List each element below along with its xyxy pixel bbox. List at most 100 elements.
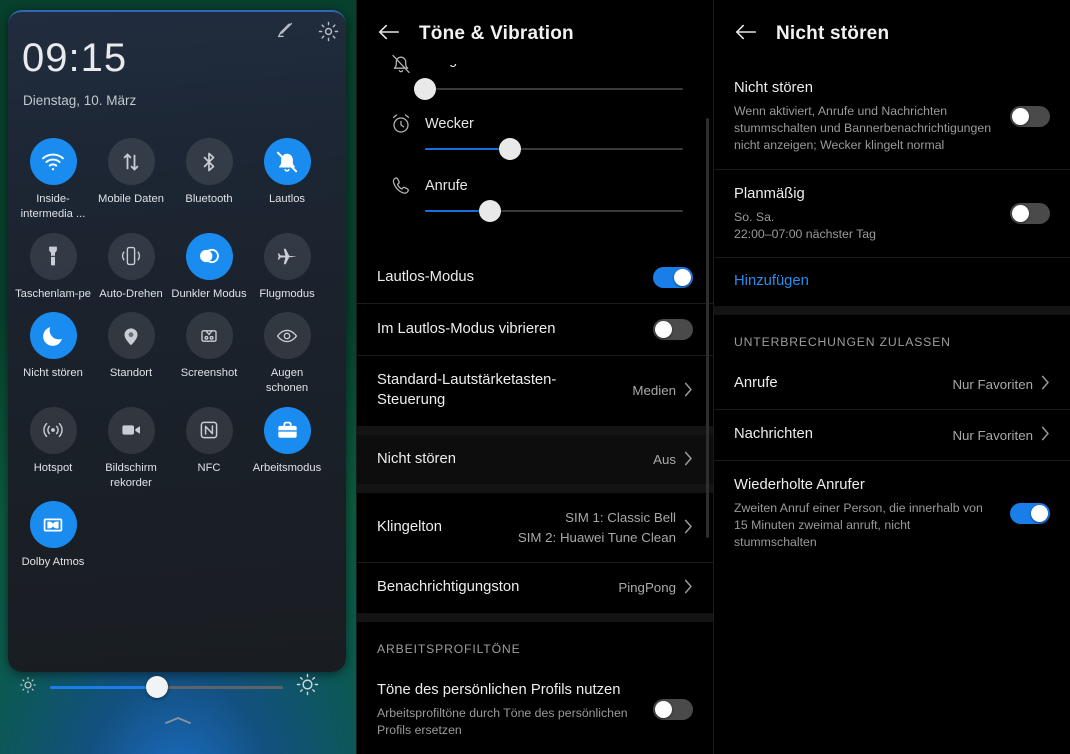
toggle-knob [1012,107,1029,125]
volume-slider-row[interactable]: Klingelton [357,52,691,100]
back-arrow-icon[interactable] [734,22,758,47]
volume-track[interactable] [425,200,683,222]
quick-tile-auto-rotate[interactable]: Auto-Drehen [92,232,170,302]
quick-settings-panel: 09:15 Dienstag, 10. März Inside-intermed… [0,0,356,754]
three-panel-screenshot: 09:15 Dienstag, 10. März Inside-intermed… [0,0,1070,754]
quick-tile-label: Hotspot [33,461,73,474]
settings-row[interactable]: Lautlos-Modus [357,252,713,303]
toggle-switch[interactable] [653,319,693,340]
dolby-icon[interactable] [29,501,77,549]
quick-tile-dark-mode[interactable]: Dunkler Modus [170,232,248,302]
quick-tile-airplane[interactable]: Flugmodus [248,232,326,302]
add-schedule-link[interactable]: Hinzufügen [714,257,1070,306]
settings-row[interactable]: Nicht stören Aus [357,435,713,485]
settings-row-main: Nicht stören Wenn aktiviert, Anrufe und N… [734,79,1010,154]
gear-icon[interactable] [317,20,340,43]
quick-tile-dolby[interactable]: Dolby Atmos [14,501,92,570]
quick-tile-briefcase[interactable]: Arbeitsmodus [248,406,326,491]
nfc-icon[interactable] [185,406,233,454]
settings-row[interactable]: Töne des persönlichen Profils nutzen Arbe… [357,666,713,754]
sound-vibration-panel: Töne & Vibration KlingeltonWeckerAnrufe … [356,0,713,754]
toggle-knob [1012,205,1029,223]
volume-knob[interactable] [478,200,501,222]
settings-row-title: Nachrichten [734,426,813,443]
quick-tile-mobile-data[interactable]: Mobile Daten [92,138,170,222]
quick-tile-bell-off[interactable]: Lautlos [248,138,326,222]
settings-row[interactable]: Standard-Lautstärketasten-Steuerung Medie… [357,355,713,426]
settings-row[interactable]: Im Lautlos-Modus vibrieren [357,303,713,355]
volume-fill [425,148,511,150]
auto-rotate-icon[interactable] [107,232,155,280]
quick-tile-label: Dunkler Modus [171,287,247,300]
toggle-switch[interactable] [653,699,693,721]
brightness-knob[interactable] [146,676,169,698]
quick-tile-screenshot[interactable]: Screenshot [170,312,248,396]
brightness-slider[interactable] [18,672,320,702]
moon-icon[interactable] [29,312,77,360]
quick-tile-hotspot[interactable]: Hotspot [14,406,92,491]
volume-slider-row[interactable]: Anrufe [357,174,691,222]
flashlight-icon[interactable] [29,232,77,280]
volume-knob[interactable] [414,78,436,100]
volume-slider-label: Klingelton [425,64,683,68]
brightness-low-icon [18,675,38,700]
volume-slider-body: Anrufe [425,178,691,222]
settings-row-right: Nur Favoriten [952,426,1050,445]
airplane-icon[interactable] [263,232,311,280]
settings-row[interactable]: Anrufe Nur Favoriten [714,359,1070,409]
dark-mode-icon[interactable] [185,232,233,280]
panel1-top-icons [273,20,340,43]
settings-row[interactable]: Klingelton SIM 1: Classic Bell SIM 2: Huaw… [357,493,713,562]
location-pin-icon[interactable] [107,312,155,360]
quick-tile-flashlight[interactable]: Taschenlam-pe [14,232,92,302]
volume-track[interactable] [414,78,683,100]
quick-tile-screen-record[interactable]: Bildschirm rekorder [92,406,170,491]
volume-track[interactable] [425,138,683,160]
toggle-switch[interactable] [1010,502,1050,524]
volume-knob[interactable] [499,138,522,160]
settings-row-title: Anrufe [734,375,778,392]
panel2-scrollbar[interactable] [706,118,709,538]
quick-tile-bluetooth[interactable]: Bluetooth [170,138,248,222]
panel2-section-header: ARBEITSPROFILTÖNE [377,641,521,656]
quick-tile-label: Nicht stören [23,367,83,380]
quick-tile-label: Bildschirm rekorder [105,461,157,489]
volume-slider-body: Wecker [425,116,691,160]
quick-tile-nfc[interactable]: NFC [170,406,248,491]
brightness-track[interactable] [50,676,283,698]
quick-tile-label: Inside-intermedia ... [20,193,86,220]
settings-row[interactable]: Nachrichten Nur Favoriten [714,409,1070,460]
briefcase-icon[interactable] [263,406,311,454]
quick-tile-moon[interactable]: Nicht stören [14,312,92,396]
toggle-switch[interactable] [1010,203,1050,225]
settings-row[interactable]: Planmäßig So. Sa. 22:00–07:00 nächster Tag [714,168,1070,258]
settings-row-right [653,319,693,340]
eye-icon[interactable] [263,312,311,360]
pencil-icon[interactable] [273,20,295,43]
wifi-icon[interactable] [29,138,77,185]
screenshot-icon[interactable] [185,312,233,360]
screen-record-icon[interactable] [107,406,155,454]
back-arrow-icon[interactable] [377,22,401,47]
hotspot-icon[interactable] [29,406,77,454]
bell-off-icon[interactable] [263,138,311,185]
chevron-right-icon [1041,426,1050,444]
mobile-data-icon[interactable] [107,138,155,185]
bluetooth-icon[interactable] [185,138,233,185]
settings-row[interactable]: Wiederholte Anrufer Zweiten Anruf einer P… [714,460,1070,566]
panel3-group1: Nicht stören Wenn aktiviert, Anrufe und N… [714,64,1070,258]
section-divider [357,612,713,622]
quick-tile-wifi[interactable]: Inside-intermedia ... [14,138,92,222]
quick-tile-label: Mobile Daten [98,193,164,205]
volume-slider-row[interactable]: Wecker [357,112,691,160]
settings-row[interactable]: Nicht stören Wenn aktiviert, Anrufe und N… [714,64,1070,169]
settings-row[interactable]: Benachrichtigungston PingPong [357,561,713,613]
settings-row-right [653,699,693,721]
toggle-switch[interactable] [653,267,693,288]
quick-tile-eye[interactable]: Augen schonen [248,312,326,396]
quick-tile-location-pin[interactable]: Standort [92,312,170,396]
settings-row-right: SIM 1: Classic Bell SIM 2: Huawei Tune Cl… [518,508,693,547]
collapse-chevron-icon[interactable] [162,714,194,732]
toggle-switch[interactable] [1010,105,1050,127]
chevron-right-icon [684,451,693,469]
